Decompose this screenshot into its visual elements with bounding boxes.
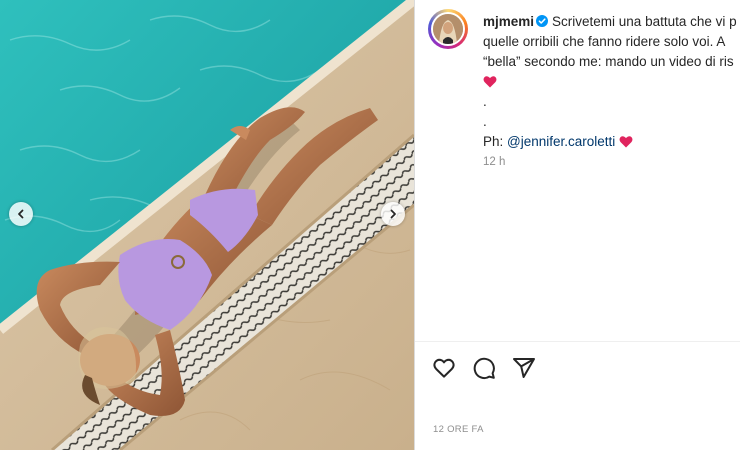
avatar[interactable]: [428, 9, 468, 49]
verified-badge-icon: [536, 15, 549, 27]
caption-heart-emoji: [483, 72, 740, 92]
caption-line-3: “bella” secondo me: mando un video di ri…: [483, 54, 734, 69]
share-icon[interactable]: [512, 356, 536, 380]
post-side-panel: mjmemi Scrivetemi una battuta che vi p qu…: [415, 0, 740, 450]
avatar-image: [433, 14, 463, 44]
username-link[interactable]: mjmemi: [483, 14, 534, 29]
heart-icon[interactable]: [432, 356, 456, 380]
post-caption: mjmemi Scrivetemi una battuta che vi p qu…: [483, 12, 740, 152]
beach-pool-photo: [0, 0, 414, 450]
post-photo[interactable]: [0, 0, 414, 450]
caption-line-2: quelle orribili che fanno ridere solo vo…: [483, 34, 726, 49]
chevron-right-icon: [390, 209, 396, 219]
red-heart-emoji-icon: [619, 136, 633, 148]
photo-credit: Ph: @jennifer.caroletti: [483, 132, 740, 152]
next-photo-button[interactable]: [381, 202, 405, 226]
post-time-ago[interactable]: 12 ORE FA: [433, 424, 484, 435]
chevron-left-icon: [18, 209, 24, 219]
caption-dot-2: .: [483, 114, 487, 129]
caption-timestamp[interactable]: 12 h: [483, 156, 505, 168]
caption-line-1: Scrivetemi una battuta che vi p: [552, 14, 737, 29]
credit-prefix: Ph:: [483, 134, 508, 149]
actions-separator: [415, 341, 740, 342]
action-bar: [432, 356, 536, 380]
caption-dot-1: .: [483, 94, 487, 109]
comment-icon[interactable]: [472, 356, 496, 380]
prev-photo-button[interactable]: [9, 202, 33, 226]
credit-mention-link[interactable]: @jennifer.caroletti: [507, 134, 615, 149]
red-heart-emoji-icon: [483, 76, 497, 88]
